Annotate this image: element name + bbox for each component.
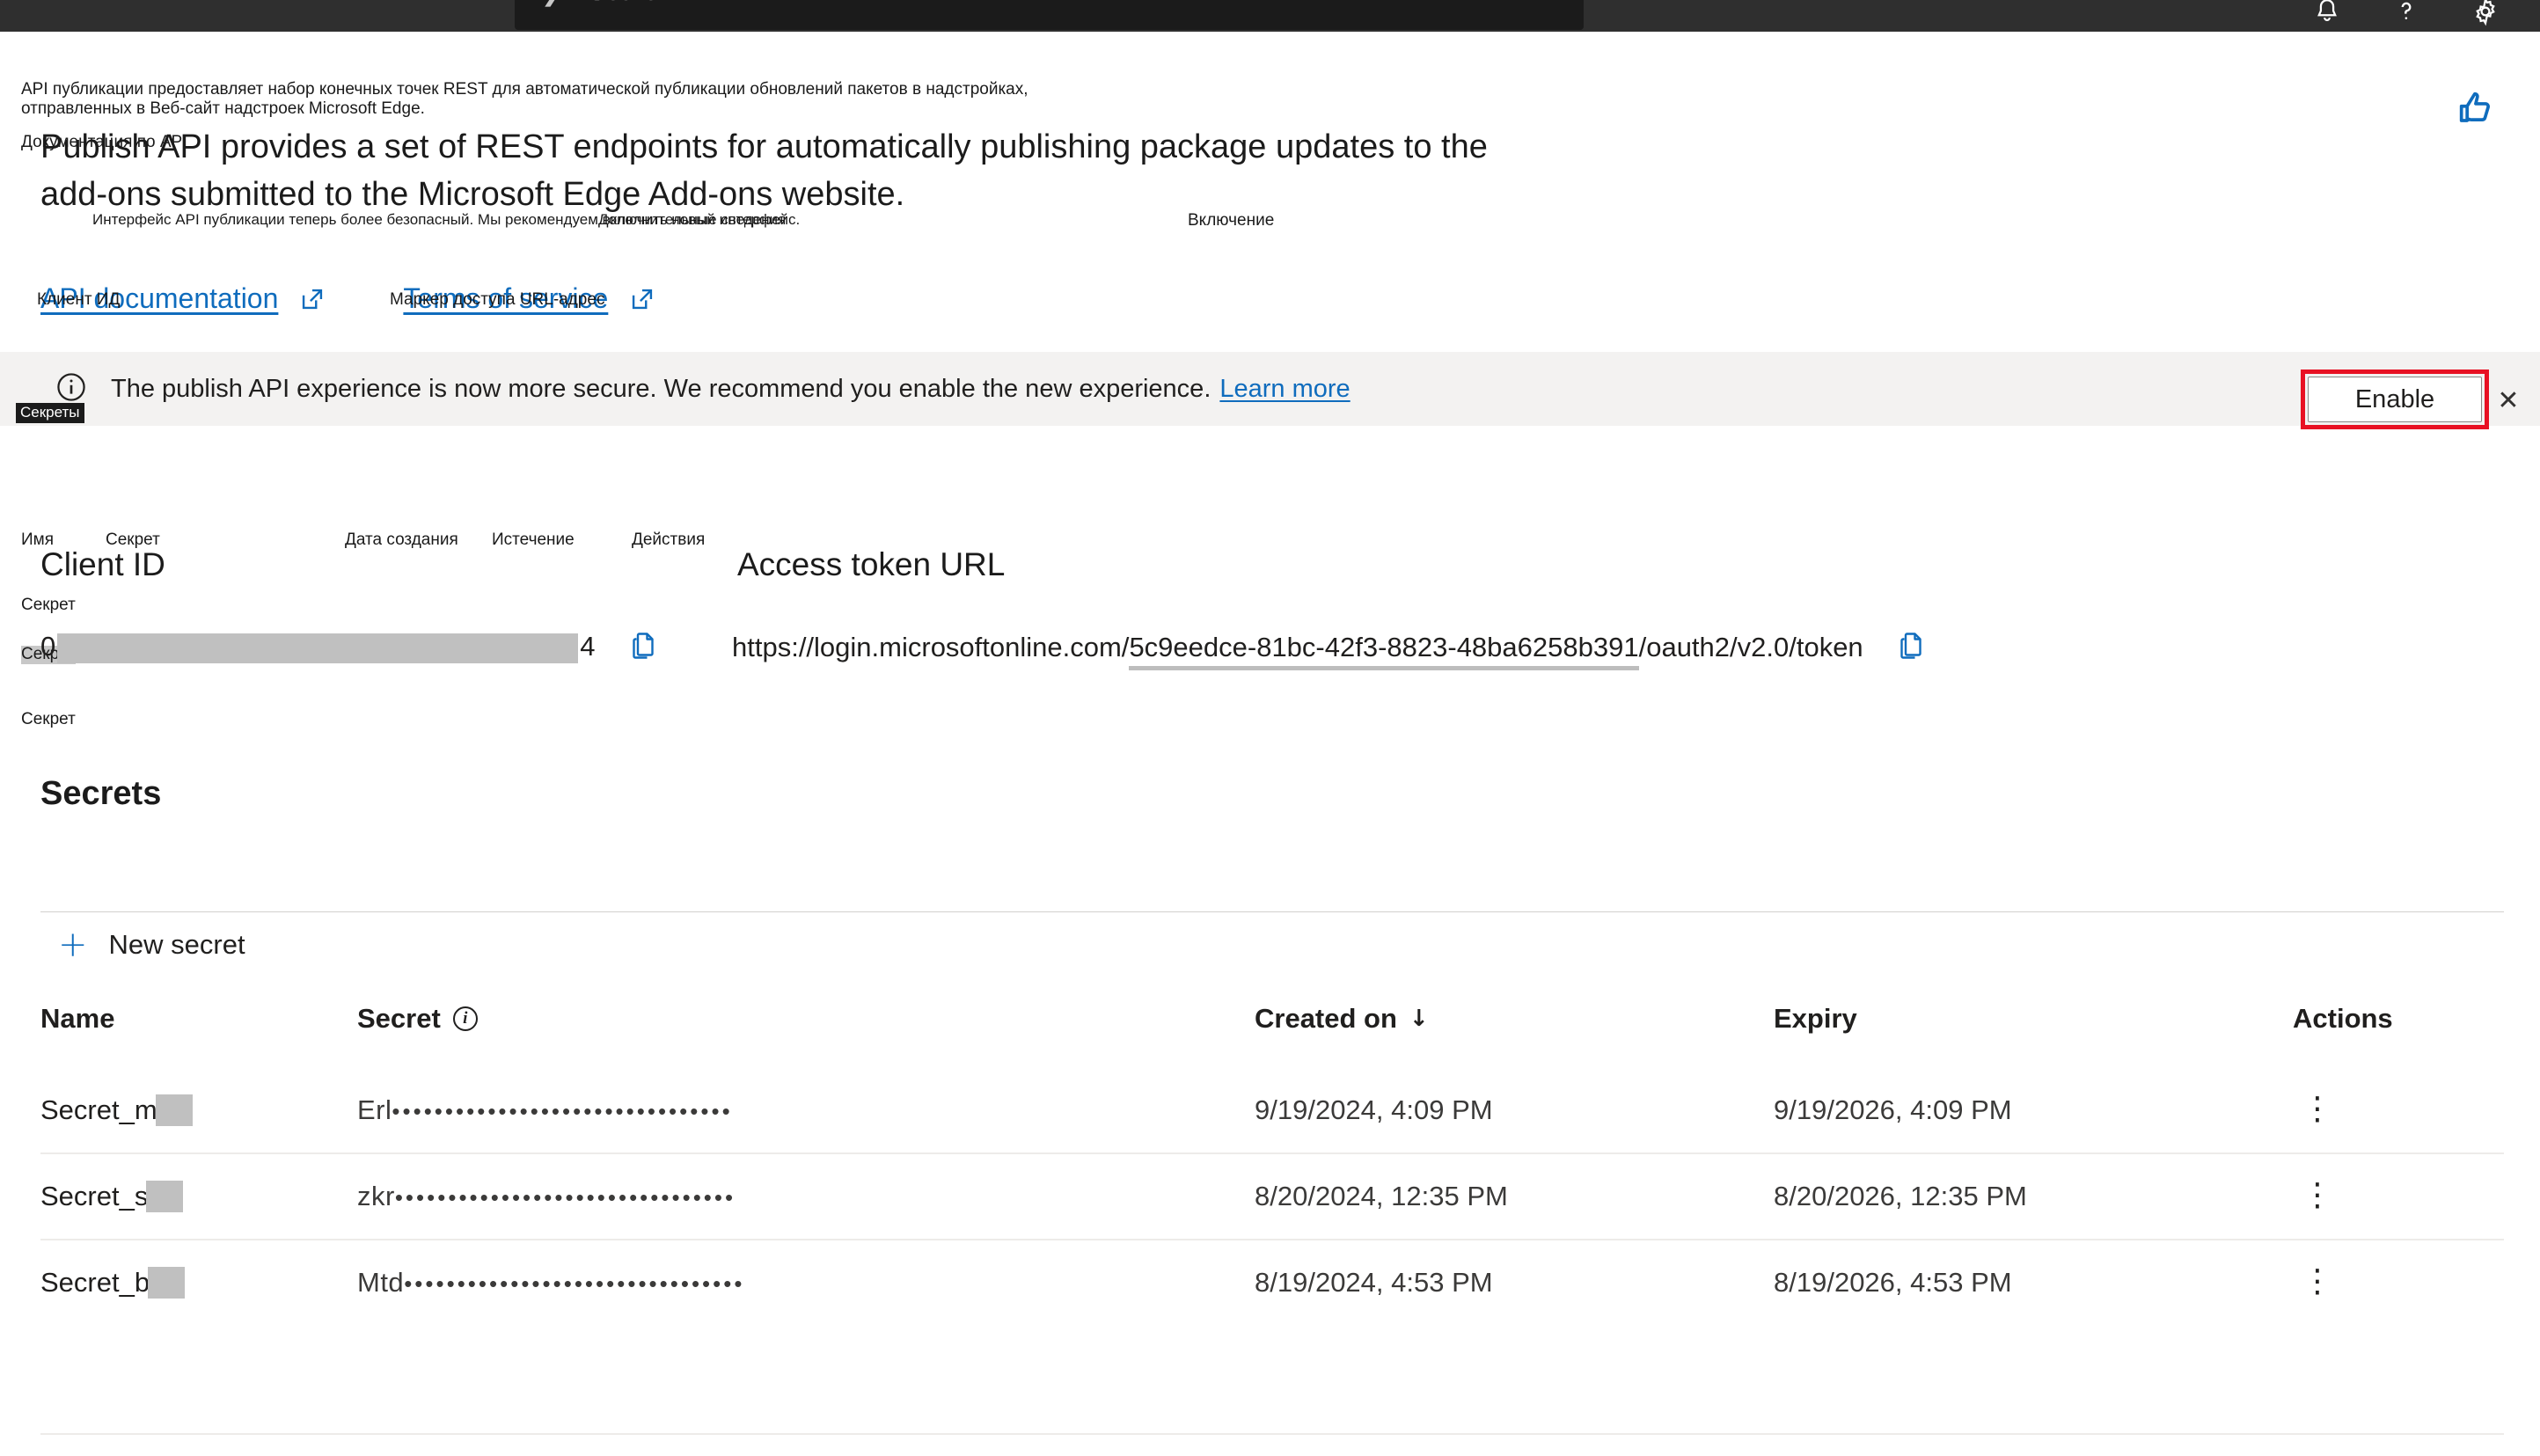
cell-created-on: 8/19/2024, 4:53 PM — [1255, 1239, 1774, 1325]
more-vertical-icon[interactable]: ⋮ — [2293, 1094, 2342, 1124]
plus-icon: + — [58, 925, 88, 965]
cell-created-on: 8/20/2024, 12:35 PM — [1255, 1152, 1774, 1240]
overlay-col-expiry: Истечение — [492, 530, 575, 549]
table-bottom-divider — [40, 1433, 2504, 1435]
table-header-row: Name Secret i Created on ↓ Expiry Action… — [40, 991, 2504, 1068]
secrets-heading: Secrets — [40, 775, 162, 812]
new-secret-label: New secret — [108, 929, 245, 960]
page-description: Publish API provides a set of REST endpo… — [40, 128, 1488, 213]
chevron-right-icon: ❯ — [541, 0, 561, 5]
overlay-client-id-label: Клиент ИД — [37, 290, 121, 309]
column-header-secret[interactable]: Secret i — [357, 991, 1255, 1068]
cell-expiry: 8/19/2026, 4:53 PM — [1774, 1239, 2293, 1325]
access-token-url-value: https://login.microsoftonline.com/5c9eed… — [732, 631, 1863, 670]
overlay-enable-label: Включение — [1188, 211, 1275, 230]
redacted-name — [155, 1094, 193, 1126]
close-icon[interactable]: ✕ — [2491, 384, 2526, 419]
overlay-learn-more-label: Дополнительные сведения — [598, 211, 787, 228]
cell-name: Secret_b — [40, 1239, 357, 1325]
learn-more-link[interactable]: Learn more — [1219, 375, 1350, 404]
settings-gear-icon[interactable] — [2470, 0, 2500, 26]
redacted-name — [148, 1267, 186, 1299]
cell-actions: ⋮ — [2293, 1239, 2504, 1325]
cell-name: Secret_s — [40, 1152, 357, 1240]
copy-icon — [1895, 630, 1927, 664]
help-question-icon[interactable] — [2391, 0, 2421, 26]
table-row[interactable]: Secret_b Mtd••••••••••••••••••••••••••••… — [40, 1239, 2504, 1325]
message-bar: The publish API experience is now more s… — [0, 352, 2540, 426]
table-row[interactable]: Secret_s zkr••••••••••••••••••••••••••••… — [40, 1152, 2504, 1240]
copy-client-id-button[interactable] — [627, 630, 659, 664]
notification-bell-icon[interactable] — [2312, 0, 2342, 26]
message-bar-text: The publish API experience is now more s… — [111, 374, 1211, 403]
external-link-icon — [627, 284, 657, 314]
client-id-title: Client ID — [40, 546, 165, 582]
client-id-value: 04 — [40, 631, 596, 663]
cell-secret: zkr•••••••••••••••••••••••••••••••• — [357, 1152, 1255, 1240]
thumbs-up-icon[interactable] — [2454, 86, 2500, 136]
redacted-name — [146, 1181, 184, 1212]
table-row[interactable]: Secret_m Erl••••••••••••••••••••••••••••… — [40, 1068, 2504, 1153]
column-header-name[interactable]: Name — [40, 991, 357, 1068]
access-token-url-value-row: https://login.microsoftonline.com/5c9eed… — [732, 630, 1927, 670]
cell-expiry: 9/19/2026, 4:09 PM — [1774, 1094, 2012, 1125]
cell-name: Secret_m — [40, 1068, 357, 1153]
column-header-created-on[interactable]: Created on ↓ — [1255, 991, 1774, 1068]
topbar-icon-group — [2312, 0, 2540, 26]
overlay-secret-label-3: Секрет — [21, 710, 76, 728]
top-app-bar: ❯ Search — [0, 0, 2540, 32]
more-vertical-icon[interactable]: ⋮ — [2293, 1266, 2342, 1297]
cell-expiry: 8/20/2026, 12:35 PM — [1774, 1152, 2293, 1240]
search-input[interactable]: ❯ Search — [515, 0, 1584, 30]
secrets-table: Name Secret i Created on ↓ Expiry Action… — [40, 991, 2504, 1325]
overlay-secrets-badge: Секреты — [16, 403, 84, 423]
overlay-intro-line2: отправленных в Веб-сайт надстроек Micros… — [21, 99, 425, 118]
overlay-col-actions: Действия — [632, 530, 706, 549]
cell-secret: Mtd•••••••••••••••••••••••••••••••• — [357, 1239, 1255, 1325]
external-link-icon — [297, 284, 327, 314]
column-header-actions: Actions — [2293, 1003, 2393, 1034]
page-content: API публикации предоставляет набор конеч… — [0, 32, 2540, 1456]
redacted-client-id — [57, 633, 579, 663]
sort-descending-icon: ↓ — [1409, 1006, 1429, 1032]
tenant-id: 5c9eedce-81bc-42f3-8823-48ba6258b391 — [1129, 631, 1639, 670]
overlay-col-created: Дата создания — [345, 530, 458, 549]
access-token-url-title: Access token URL — [737, 546, 1006, 582]
cell-actions: ⋮ — [2293, 1068, 2504, 1153]
more-vertical-icon[interactable]: ⋮ — [2293, 1180, 2342, 1211]
overlay-token-url-label: Маркер доступа URL-адрес — [390, 290, 605, 309]
overlay-intro-line1: API публикации предоставляет набор конеч… — [21, 80, 1028, 99]
new-secret-button[interactable]: + New secret — [58, 911, 245, 978]
client-id-value-row: 04 — [40, 630, 659, 664]
cell-secret: Erl•••••••••••••••••••••••••••••••• — [357, 1094, 733, 1125]
cell-created-on: 9/19/2024, 4:09 PM — [1255, 1094, 1493, 1125]
enable-button[interactable]: Enable — [2308, 377, 2482, 422]
column-header-expiry[interactable]: Expiry — [1774, 991, 2293, 1068]
overlay-secret-label-1: Секрет — [21, 596, 76, 614]
search-placeholder: Search — [588, 0, 671, 5]
cell-actions: ⋮ — [2293, 1152, 2504, 1240]
copy-icon — [627, 630, 659, 664]
copy-access-token-url-button[interactable] — [1895, 630, 1927, 664]
secrets-divider — [40, 911, 2504, 912]
enable-button-highlight: Enable — [2301, 369, 2489, 429]
info-icon[interactable]: i — [452, 1006, 478, 1031]
